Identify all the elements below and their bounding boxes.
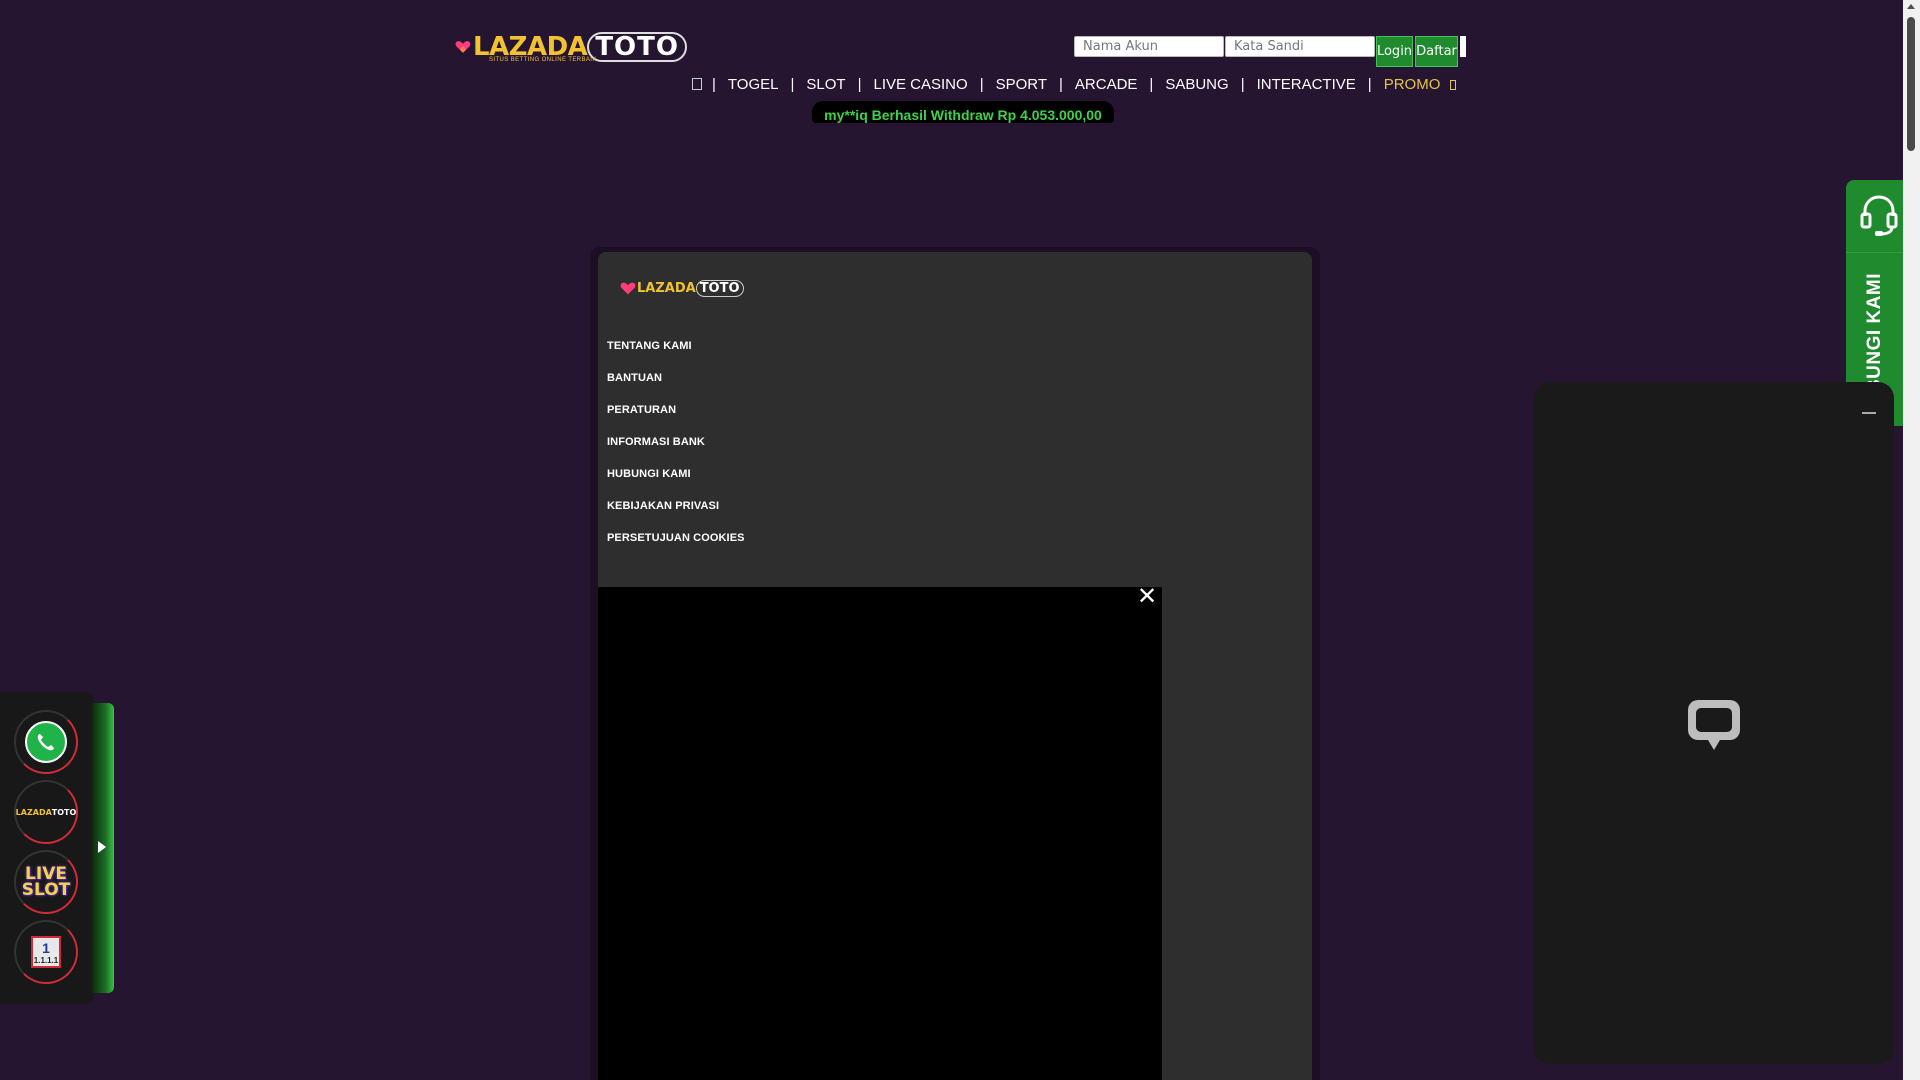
main-nav: | TOGEL | SLOT | LIVE CASINO | SPORT | A… bbox=[690, 72, 1468, 96]
scrollbar[interactable] bbox=[1903, 0, 1920, 1080]
nav-item-togel[interactable]: TOGEL bbox=[716, 76, 791, 93]
dock-whatsapp[interactable] bbox=[10, 706, 82, 778]
password-input[interactable] bbox=[1225, 36, 1375, 57]
footer-link-informasi-bank[interactable]: INFORMASI BANK bbox=[607, 434, 745, 466]
login-bar-edge bbox=[1460, 36, 1466, 57]
login-button[interactable]: Login bbox=[1376, 36, 1413, 67]
withdraw-ticker: my**iq Berhasil Withdraw Rp 4.053.000,00 bbox=[812, 101, 1114, 123]
footer-logo[interactable]: LAZADA TOTO bbox=[620, 280, 744, 297]
home-icon[interactable] bbox=[692, 78, 702, 90]
footer-link-persetujuan-cookies[interactable]: PERSETUJUAN COOKIES bbox=[607, 530, 745, 562]
chat-bubble-icon bbox=[1688, 700, 1740, 750]
footer-logo-word-lazada: LAZADA bbox=[637, 281, 696, 296]
site-logo[interactable]: LAZADA TOTO SITUS BETTING ONLINE TERBAIK bbox=[455, 26, 687, 68]
nav-item-sport[interactable]: SPORT bbox=[984, 76, 1059, 93]
video-popup[interactable] bbox=[598, 587, 1162, 1080]
scrollbar-thumb[interactable] bbox=[1907, 17, 1915, 151]
footer-link-bantuan[interactable]: BANTUAN bbox=[607, 370, 745, 402]
logo-tagline: SITUS BETTING ONLINE TERBAIK bbox=[489, 57, 597, 63]
heart-logo-icon bbox=[455, 41, 471, 53]
dock-ring bbox=[14, 710, 78, 774]
dock-live-slot[interactable]: LIVE SLOT bbox=[10, 846, 82, 918]
page: LAZADA TOTO SITUS BETTING ONLINE TERBAIK… bbox=[0, 0, 1920, 1080]
footer-link-kebijakan-privasi[interactable]: KEBIJAKAN PRIVASI bbox=[607, 498, 745, 530]
heart-logo-icon bbox=[620, 282, 636, 295]
dock-ring bbox=[14, 780, 78, 844]
nav-item-promo[interactable]: PROMO bbox=[1372, 76, 1469, 93]
footer-link-tentang-kami[interactable]: TENTANG KAMI bbox=[607, 338, 745, 370]
chevron-right-icon[interactable] bbox=[98, 841, 106, 853]
dock-ring bbox=[14, 920, 78, 984]
dock-lazadatoto[interactable]: LAZADATOTO bbox=[10, 776, 82, 848]
footer-link-hubungi-kami[interactable]: HUBUNGI KAMI bbox=[607, 466, 745, 498]
chat-window[interactable] bbox=[1534, 382, 1894, 1064]
dock-ring bbox=[14, 850, 78, 914]
headset-svg bbox=[1860, 195, 1898, 236]
nav-item-sabung[interactable]: SABUNG bbox=[1153, 76, 1240, 93]
nav-item-arcade[interactable]: ARCADE bbox=[1063, 76, 1150, 93]
gift-icon bbox=[1450, 79, 1457, 90]
scroll-up-arrow-icon[interactable] bbox=[1907, 4, 1915, 9]
close-icon[interactable]: ✕ bbox=[1136, 585, 1158, 609]
login-form: Login Daftar bbox=[1074, 36, 1466, 68]
nav-item-slot[interactable]: SLOT bbox=[794, 76, 857, 93]
nav-item-interactive[interactable]: INTERACTIVE bbox=[1245, 76, 1368, 93]
username-input[interactable] bbox=[1074, 36, 1224, 57]
dock-calendar[interactable]: 1 1.1.1.1 bbox=[10, 916, 82, 988]
footer-links: TENTANG KAMI BANTUAN PERATURAN INFORMASI… bbox=[607, 338, 745, 562]
promo-label: PROMO bbox=[1383, 75, 1441, 93]
footer-link-peraturan[interactable]: PERATURAN bbox=[607, 402, 745, 434]
footer-logo-word-toto: TOTO bbox=[695, 280, 744, 297]
nav-item-live-casino[interactable]: LIVE CASINO bbox=[861, 76, 979, 93]
register-button[interactable]: Daftar bbox=[1415, 36, 1458, 67]
logo-word-toto: TOTO bbox=[587, 32, 687, 62]
minimize-icon[interactable] bbox=[1862, 412, 1876, 414]
